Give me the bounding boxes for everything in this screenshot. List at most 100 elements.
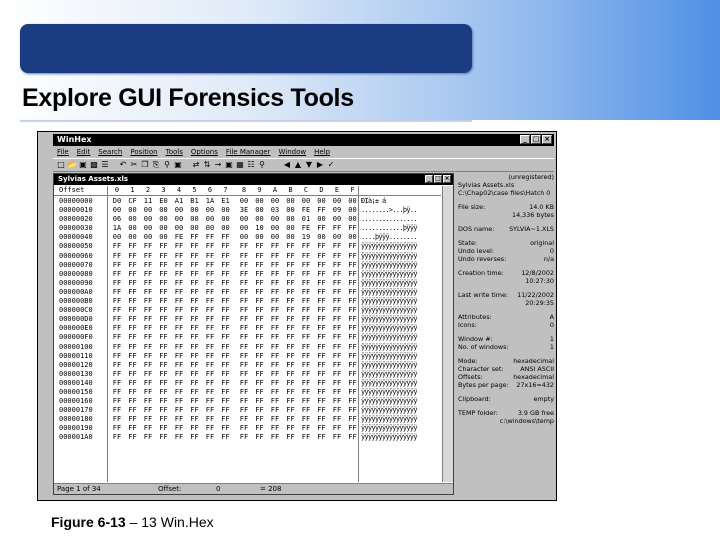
hex-byte[interactable]: 00 xyxy=(142,233,154,242)
hex-byte[interactable]: 00 xyxy=(142,215,154,224)
hex-byte[interactable]: FF xyxy=(331,224,343,233)
hex-byte[interactable]: FF xyxy=(300,379,312,388)
hex-byte[interactable]: FF xyxy=(269,361,281,370)
hex-byte[interactable]: FF xyxy=(158,415,170,424)
hex-byte[interactable]: FE xyxy=(173,233,185,242)
hex-byte[interactable]: FF xyxy=(158,361,170,370)
hex-byte[interactable]: FF xyxy=(285,352,297,361)
hex-byte[interactable]: FF xyxy=(142,279,154,288)
hex-byte[interactable]: FF xyxy=(142,343,154,352)
hex-byte[interactable]: FF xyxy=(269,288,281,297)
hex-row[interactable]: 000000B0 FF FF FF FF FF FF FF FF FF FF FF FF FF FF FF FF… xyxy=(54,297,441,306)
hex-byte[interactable]: FF xyxy=(254,333,266,342)
hex-byte[interactable]: FF xyxy=(316,242,328,251)
hex-byte[interactable]: FF xyxy=(189,397,201,406)
hex-byte[interactable]: FF xyxy=(300,261,312,270)
hex-byte[interactable]: FF xyxy=(316,406,328,415)
hex-byte[interactable]: FF xyxy=(189,233,201,242)
find-hex-icon[interactable]: ▣ xyxy=(173,160,183,170)
hex-byte[interactable]: FF xyxy=(269,379,281,388)
hex-byte[interactable]: FF xyxy=(111,406,123,415)
hex-row[interactable]: 00000090 FF FF FF FF FF FF FF FF FF FF FF FF FF FF FF FF… xyxy=(54,279,441,288)
hex-byte[interactable]: FF xyxy=(285,343,297,352)
hex-byte[interactable]: FF xyxy=(189,315,201,324)
hex-byte[interactable]: FF xyxy=(111,270,123,279)
hex-byte[interactable]: FF xyxy=(269,433,281,442)
hex-byte[interactable]: FF xyxy=(300,279,312,288)
hex-byte[interactable]: FF xyxy=(316,333,328,342)
hex-byte[interactable]: FF xyxy=(111,415,123,424)
hex-byte[interactable]: FF xyxy=(316,379,328,388)
hex-byte[interactable]: FF xyxy=(300,288,312,297)
hex-byte[interactable]: FF xyxy=(269,315,281,324)
ascii-text[interactable]: ÿÿÿÿÿÿÿÿÿÿÿÿÿÿÿÿ xyxy=(361,252,417,261)
hex-byte[interactable]: 00 xyxy=(347,233,359,242)
hex-byte[interactable]: FF xyxy=(300,361,312,370)
hex-byte[interactable]: FF xyxy=(347,406,359,415)
hex-byte[interactable]: FF xyxy=(254,297,266,306)
hex-byte[interactable]: FF xyxy=(111,361,123,370)
new-icon[interactable]: □ xyxy=(56,160,66,170)
hex-byte[interactable]: FF xyxy=(316,206,328,215)
hex-byte[interactable]: FF xyxy=(238,343,250,352)
hex-byte[interactable]: 19 xyxy=(300,233,312,242)
hex-byte[interactable]: FF xyxy=(173,361,185,370)
hex-byte[interactable]: FF xyxy=(331,252,343,261)
hex-byte[interactable]: 00 xyxy=(158,233,170,242)
ascii-text[interactable]: ................ xyxy=(361,215,417,224)
ascii-text[interactable]: ÿÿÿÿÿÿÿÿÿÿÿÿÿÿÿÿ xyxy=(361,324,417,333)
hex-byte[interactable]: FF xyxy=(204,261,216,270)
hex-byte[interactable]: FF xyxy=(285,315,297,324)
hex-byte[interactable]: FF xyxy=(173,388,185,397)
hex-byte[interactable]: FF xyxy=(220,288,232,297)
hex-byte[interactable]: FF xyxy=(269,324,281,333)
hex-byte[interactable]: FF xyxy=(300,242,312,251)
hex-byte[interactable]: FF xyxy=(254,252,266,261)
hex-byte[interactable]: FF xyxy=(316,424,328,433)
hex-byte[interactable]: FF xyxy=(204,388,216,397)
hex-byte[interactable]: 00 xyxy=(238,224,250,233)
hex-byte[interactable]: FF xyxy=(220,415,232,424)
hex-byte[interactable]: FF xyxy=(204,252,216,261)
hex-byte[interactable]: FF xyxy=(300,333,312,342)
hex-byte[interactable]: FF xyxy=(127,361,139,370)
hex-byte[interactable]: 00 xyxy=(238,233,250,242)
ascii-text[interactable]: ........>...þÿ.. xyxy=(361,206,417,215)
hex-byte[interactable]: FF xyxy=(220,261,232,270)
hex-byte[interactable]: FF xyxy=(173,406,185,415)
hex-byte[interactable]: FF xyxy=(173,315,185,324)
back-icon[interactable]: ◀ xyxy=(282,160,292,170)
ascii-text[interactable]: ÿÿÿÿÿÿÿÿÿÿÿÿÿÿÿÿ xyxy=(361,406,417,415)
ascii-text[interactable]: ÿÿÿÿÿÿÿÿÿÿÿÿÿÿÿÿ xyxy=(361,261,417,270)
hex-byte[interactable]: FF xyxy=(238,406,250,415)
hex-byte[interactable]: FF xyxy=(238,306,250,315)
hex-byte[interactable]: FF xyxy=(238,361,250,370)
hex-byte[interactable]: FF xyxy=(347,388,359,397)
hex-byte[interactable]: 00 xyxy=(347,215,359,224)
hex-byte[interactable]: FF xyxy=(158,315,170,324)
hex-byte[interactable]: 00 xyxy=(254,233,266,242)
hex-byte[interactable]: FF xyxy=(173,242,185,251)
hex-byte[interactable]: FF xyxy=(269,397,281,406)
hex-byte[interactable]: FF xyxy=(158,352,170,361)
hex-byte[interactable]: FF xyxy=(347,306,359,315)
menu-file[interactable]: File xyxy=(57,147,69,157)
hex-byte[interactable]: FF xyxy=(127,252,139,261)
hex-byte[interactable]: FF xyxy=(269,270,281,279)
hex-byte[interactable]: FF xyxy=(189,433,201,442)
hex-byte[interactable]: FF xyxy=(142,297,154,306)
hex-byte[interactable]: FF xyxy=(238,415,250,424)
hex-byte[interactable]: FF xyxy=(127,388,139,397)
hex-byte[interactable]: FF xyxy=(189,270,201,279)
hex-byte[interactable]: FF xyxy=(204,270,216,279)
ascii-text[interactable]: ÿÿÿÿÿÿÿÿÿÿÿÿÿÿÿÿ xyxy=(361,379,417,388)
hex-byte[interactable]: FF xyxy=(316,352,328,361)
hex-byte[interactable]: 09 xyxy=(331,206,343,215)
hex-row[interactable]: 00000180 FF FF FF FF FF FF FF FF FF FF FF FF FF FF FF FF… xyxy=(54,415,441,424)
hex-byte[interactable]: FF xyxy=(285,242,297,251)
hex-byte[interactable]: 03 xyxy=(269,206,281,215)
hex-byte[interactable]: FF xyxy=(220,343,232,352)
hex-byte[interactable]: FF xyxy=(316,270,328,279)
hex-byte[interactable]: FF xyxy=(331,433,343,442)
save-icon[interactable]: ▣ xyxy=(78,160,88,170)
